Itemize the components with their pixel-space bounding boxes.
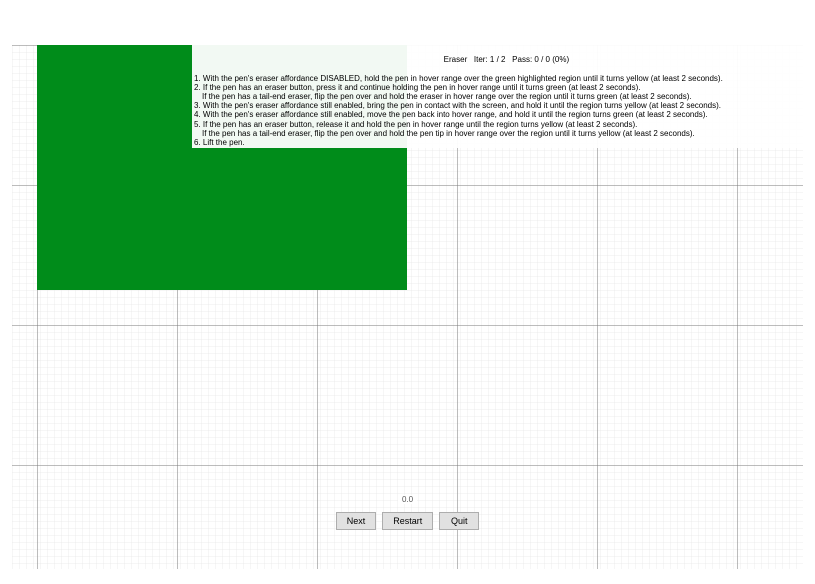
instruction-line: 1. With the pen's eraser affordance DISA…	[194, 74, 801, 83]
instruction-line: If the pen has a tail-end eraser, flip t…	[194, 129, 801, 138]
next-button[interactable]: Next	[336, 512, 377, 530]
instruction-line: If the pen has a tail-end eraser, flip t…	[194, 92, 801, 101]
instruction-line: 5. If the pen has an eraser button, rele…	[194, 120, 801, 129]
iter-label: Iter:	[474, 55, 488, 64]
instruction-line: 2. If the pen has an eraser button, pres…	[194, 83, 801, 92]
restart-button[interactable]: Restart	[382, 512, 433, 530]
test-window: Eraser Iter: 1 / 2 Pass: 0 / 0 (0%) 1. W…	[0, 0, 815, 584]
test-header: Eraser Iter: 1 / 2 Pass: 0 / 0 (0%)	[194, 46, 801, 74]
value-readout: 0.0	[398, 495, 417, 504]
instruction-panel: Eraser Iter: 1 / 2 Pass: 0 / 0 (0%) 1. W…	[192, 45, 803, 148]
instruction-line: 3. With the pen's eraser affordance stil…	[194, 101, 801, 110]
instruction-line: 6. Lift the pen.	[194, 138, 801, 147]
iter-value: 1 / 2	[490, 55, 506, 64]
quit-button[interactable]: Quit	[439, 512, 479, 530]
pass-value: 0 / 0 (0%)	[534, 55, 569, 64]
test-name: Eraser	[444, 55, 468, 64]
button-row: Next Restart Quit	[12, 512, 803, 530]
pass-label: Pass:	[512, 55, 532, 64]
instruction-line: 4. With the pen's eraser affordance stil…	[194, 110, 801, 119]
bottom-controls: 0.0 Next Restart Quit	[12, 495, 803, 530]
drawing-grid-area[interactable]: Eraser Iter: 1 / 2 Pass: 0 / 0 (0%) 1. W…	[12, 45, 803, 569]
